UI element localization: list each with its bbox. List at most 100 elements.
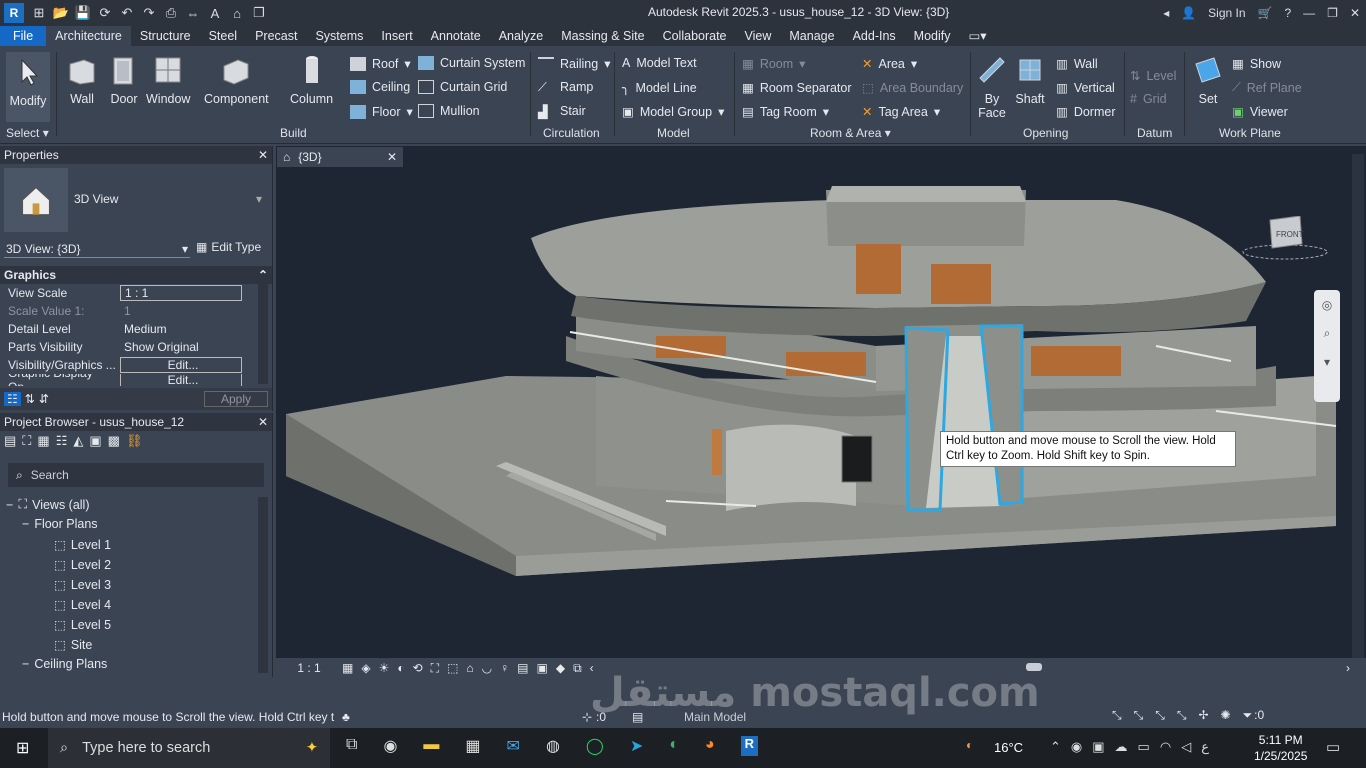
show-work-plane-button[interactable]: ▦ Show: [1232, 56, 1281, 72]
redo-icon[interactable]: ↷: [138, 2, 160, 24]
stair-button[interactable]: ▟ Stair: [538, 104, 586, 119]
select-by-face-icon[interactable]: ⤡: [1177, 708, 1187, 723]
filter-icon[interactable]: ⏷: [1243, 708, 1253, 723]
tree-level-5[interactable]: ⬚ Level 5: [54, 617, 111, 633]
tab-add-ins[interactable]: Add-Ins: [844, 26, 905, 46]
close-icon[interactable]: ✕: [258, 415, 268, 429]
tab-steel[interactable]: Steel: [200, 26, 247, 46]
wifi-icon[interactable]: ◠: [1160, 739, 1171, 755]
tray-chevron-icon[interactable]: ⌃: [1050, 739, 1061, 755]
language-indicator[interactable]: ع: [1201, 739, 1209, 755]
tab-systems[interactable]: Systems: [306, 26, 372, 46]
tab-precast[interactable]: Precast: [246, 26, 306, 46]
graphic-display-row[interactable]: Graphic Display Op...Edit...: [0, 374, 256, 386]
detail-level-icon[interactable]: ▦: [342, 661, 353, 675]
schedules-icon[interactable]: ☷: [56, 433, 68, 449]
firefox-icon[interactable]: ◕: [705, 736, 715, 756]
sort-descending-icon[interactable]: ⇵: [39, 392, 49, 406]
tree-ceiling-plans[interactable]: − Ceiling Plans: [22, 657, 107, 671]
steering-wheel-icon[interactable]: ◎: [1322, 298, 1332, 312]
links-icon[interactable]: ▩: [108, 433, 120, 449]
nav-options-icon[interactable]: ▾: [1324, 355, 1330, 369]
annotate-icon[interactable]: A: [204, 2, 226, 24]
switch-windows-icon[interactable]: ❐: [248, 2, 270, 24]
temporary-props-icon[interactable]: ▤: [517, 661, 528, 675]
help-icon[interactable]: ?: [1278, 6, 1297, 20]
view-scale-row[interactable]: View Scale 1 : 1: [0, 284, 256, 302]
railing-button[interactable]: Railing ▾: [538, 56, 611, 71]
level-button[interactable]: ⇅ Level: [1130, 68, 1176, 84]
cart-icon[interactable]: 🛒: [1252, 6, 1279, 20]
whatsapp-icon[interactable]: ◯: [586, 736, 604, 756]
tag-room-button[interactable]: ▤ Tag Room ▾: [742, 104, 829, 120]
tag-area-button[interactable]: ✕ Tag Area ▾: [862, 104, 940, 120]
back-icon[interactable]: ◂: [1157, 6, 1175, 20]
room-area-panel-label[interactable]: Room & Area ▾: [810, 126, 891, 140]
curtain-system-button[interactable]: Curtain System: [418, 56, 525, 70]
tab-architecture[interactable]: Architecture: [46, 26, 131, 46]
tree-level-4[interactable]: ⬚ Level 4: [54, 597, 111, 613]
ribbon-toggle-icon[interactable]: ▭▾: [960, 26, 996, 46]
door-button[interactable]: Door: [108, 54, 140, 106]
type-selector[interactable]: 3D View: [74, 192, 118, 206]
volume-icon[interactable]: ◁: [1181, 739, 1191, 755]
zoom-icon[interactable]: ⌕: [1324, 326, 1331, 341]
detail-level-row[interactable]: Detail Level Medium: [0, 320, 256, 338]
user-icon[interactable]: 👤: [1175, 6, 1202, 20]
browser-search-input[interactable]: ⌕ Search: [8, 463, 264, 487]
scale-button[interactable]: 1 : 1: [284, 661, 334, 675]
meet-icon[interactable]: ▣: [1092, 739, 1104, 755]
mail-icon[interactable]: ✉: [507, 736, 520, 756]
tab-annotate[interactable]: Annotate: [422, 26, 490, 46]
home-icon[interactable]: ⊞: [28, 2, 50, 24]
weather-icon[interactable]: ◐: [966, 738, 973, 752]
set-work-plane-button[interactable]: Set: [1192, 54, 1224, 106]
open-icon[interactable]: 📂: [50, 2, 72, 24]
record-icon[interactable]: ◉: [1071, 739, 1082, 755]
edge-icon[interactable]: ◐: [669, 736, 679, 756]
roof-button[interactable]: Roof ▾: [350, 56, 411, 71]
chrome-icon[interactable]: ◍: [546, 736, 560, 756]
highlight-icon[interactable]: ⧉: [573, 661, 582, 676]
tree-level-3[interactable]: ⬚ Level 3: [54, 577, 111, 593]
browser-options-icon[interactable]: ▤: [4, 433, 16, 449]
tab-structure[interactable]: Structure: [131, 26, 200, 46]
shaft-button[interactable]: Shaft: [1014, 54, 1046, 106]
telegram-icon[interactable]: ➤: [630, 736, 643, 756]
dormer-button[interactable]: ▥ Dormer: [1056, 104, 1115, 120]
edit-type-button[interactable]: ▦ Edit Type: [196, 240, 261, 254]
groups-icon[interactable]: ▣: [89, 433, 101, 449]
print-icon[interactable]: ⎙: [160, 2, 182, 24]
view-tab-3d[interactable]: ⌂ {3D} ✕: [277, 147, 403, 167]
visibility-graphics-row[interactable]: Visibility/Graphics ... Edit...: [0, 356, 256, 374]
sort-ascending-icon[interactable]: ⇅: [25, 392, 35, 406]
temporary-hide-icon[interactable]: ◡: [482, 661, 492, 675]
ref-plane-button[interactable]: ⟋ Ref Plane: [1232, 80, 1302, 95]
tab-manage[interactable]: Manage: [780, 26, 843, 46]
close-tab-icon[interactable]: ✕: [387, 150, 397, 164]
tab-collaborate[interactable]: Collaborate: [654, 26, 736, 46]
background-processes-icon[interactable]: ✺: [1221, 708, 1231, 723]
scroll-right-icon[interactable]: ›: [1346, 661, 1350, 675]
revit-logo-icon[interactable]: R: [4, 3, 24, 23]
by-face-button[interactable]: By Face: [976, 54, 1008, 120]
grid-button[interactable]: # Grid: [1130, 92, 1167, 106]
taskbar-search-input[interactable]: ⌕ Type here to search ✦: [48, 728, 330, 768]
modify-button[interactable]: Modify: [6, 52, 50, 122]
window-button[interactable]: Window: [146, 54, 190, 106]
tree-views-all[interactable]: − ⛶ Views (all): [6, 497, 90, 512]
shadows-icon[interactable]: ◐: [397, 661, 404, 675]
render-icon[interactable]: ⟲: [413, 661, 423, 675]
room-separator-button[interactable]: ▦ Room Separator: [742, 80, 852, 96]
tab-view[interactable]: View: [736, 26, 781, 46]
unlocked-view-icon[interactable]: ⌂: [466, 661, 473, 675]
select-panel-label[interactable]: Select ▾: [6, 126, 49, 140]
area-boundary-button[interactable]: ⬚ Area Boundary: [862, 80, 963, 96]
model-line-button[interactable]: ╮ Model Line: [622, 80, 697, 96]
windows-start-icon[interactable]: ⊞: [16, 738, 29, 758]
tree-site[interactable]: ⬚ Site: [54, 637, 92, 653]
visual-style-icon[interactable]: ◈: [361, 661, 370, 675]
wall-button[interactable]: Wall: [66, 54, 98, 106]
revit-taskbar-icon[interactable]: R: [740, 736, 758, 756]
reveal-hidden-icon[interactable]: ♀: [500, 661, 509, 675]
